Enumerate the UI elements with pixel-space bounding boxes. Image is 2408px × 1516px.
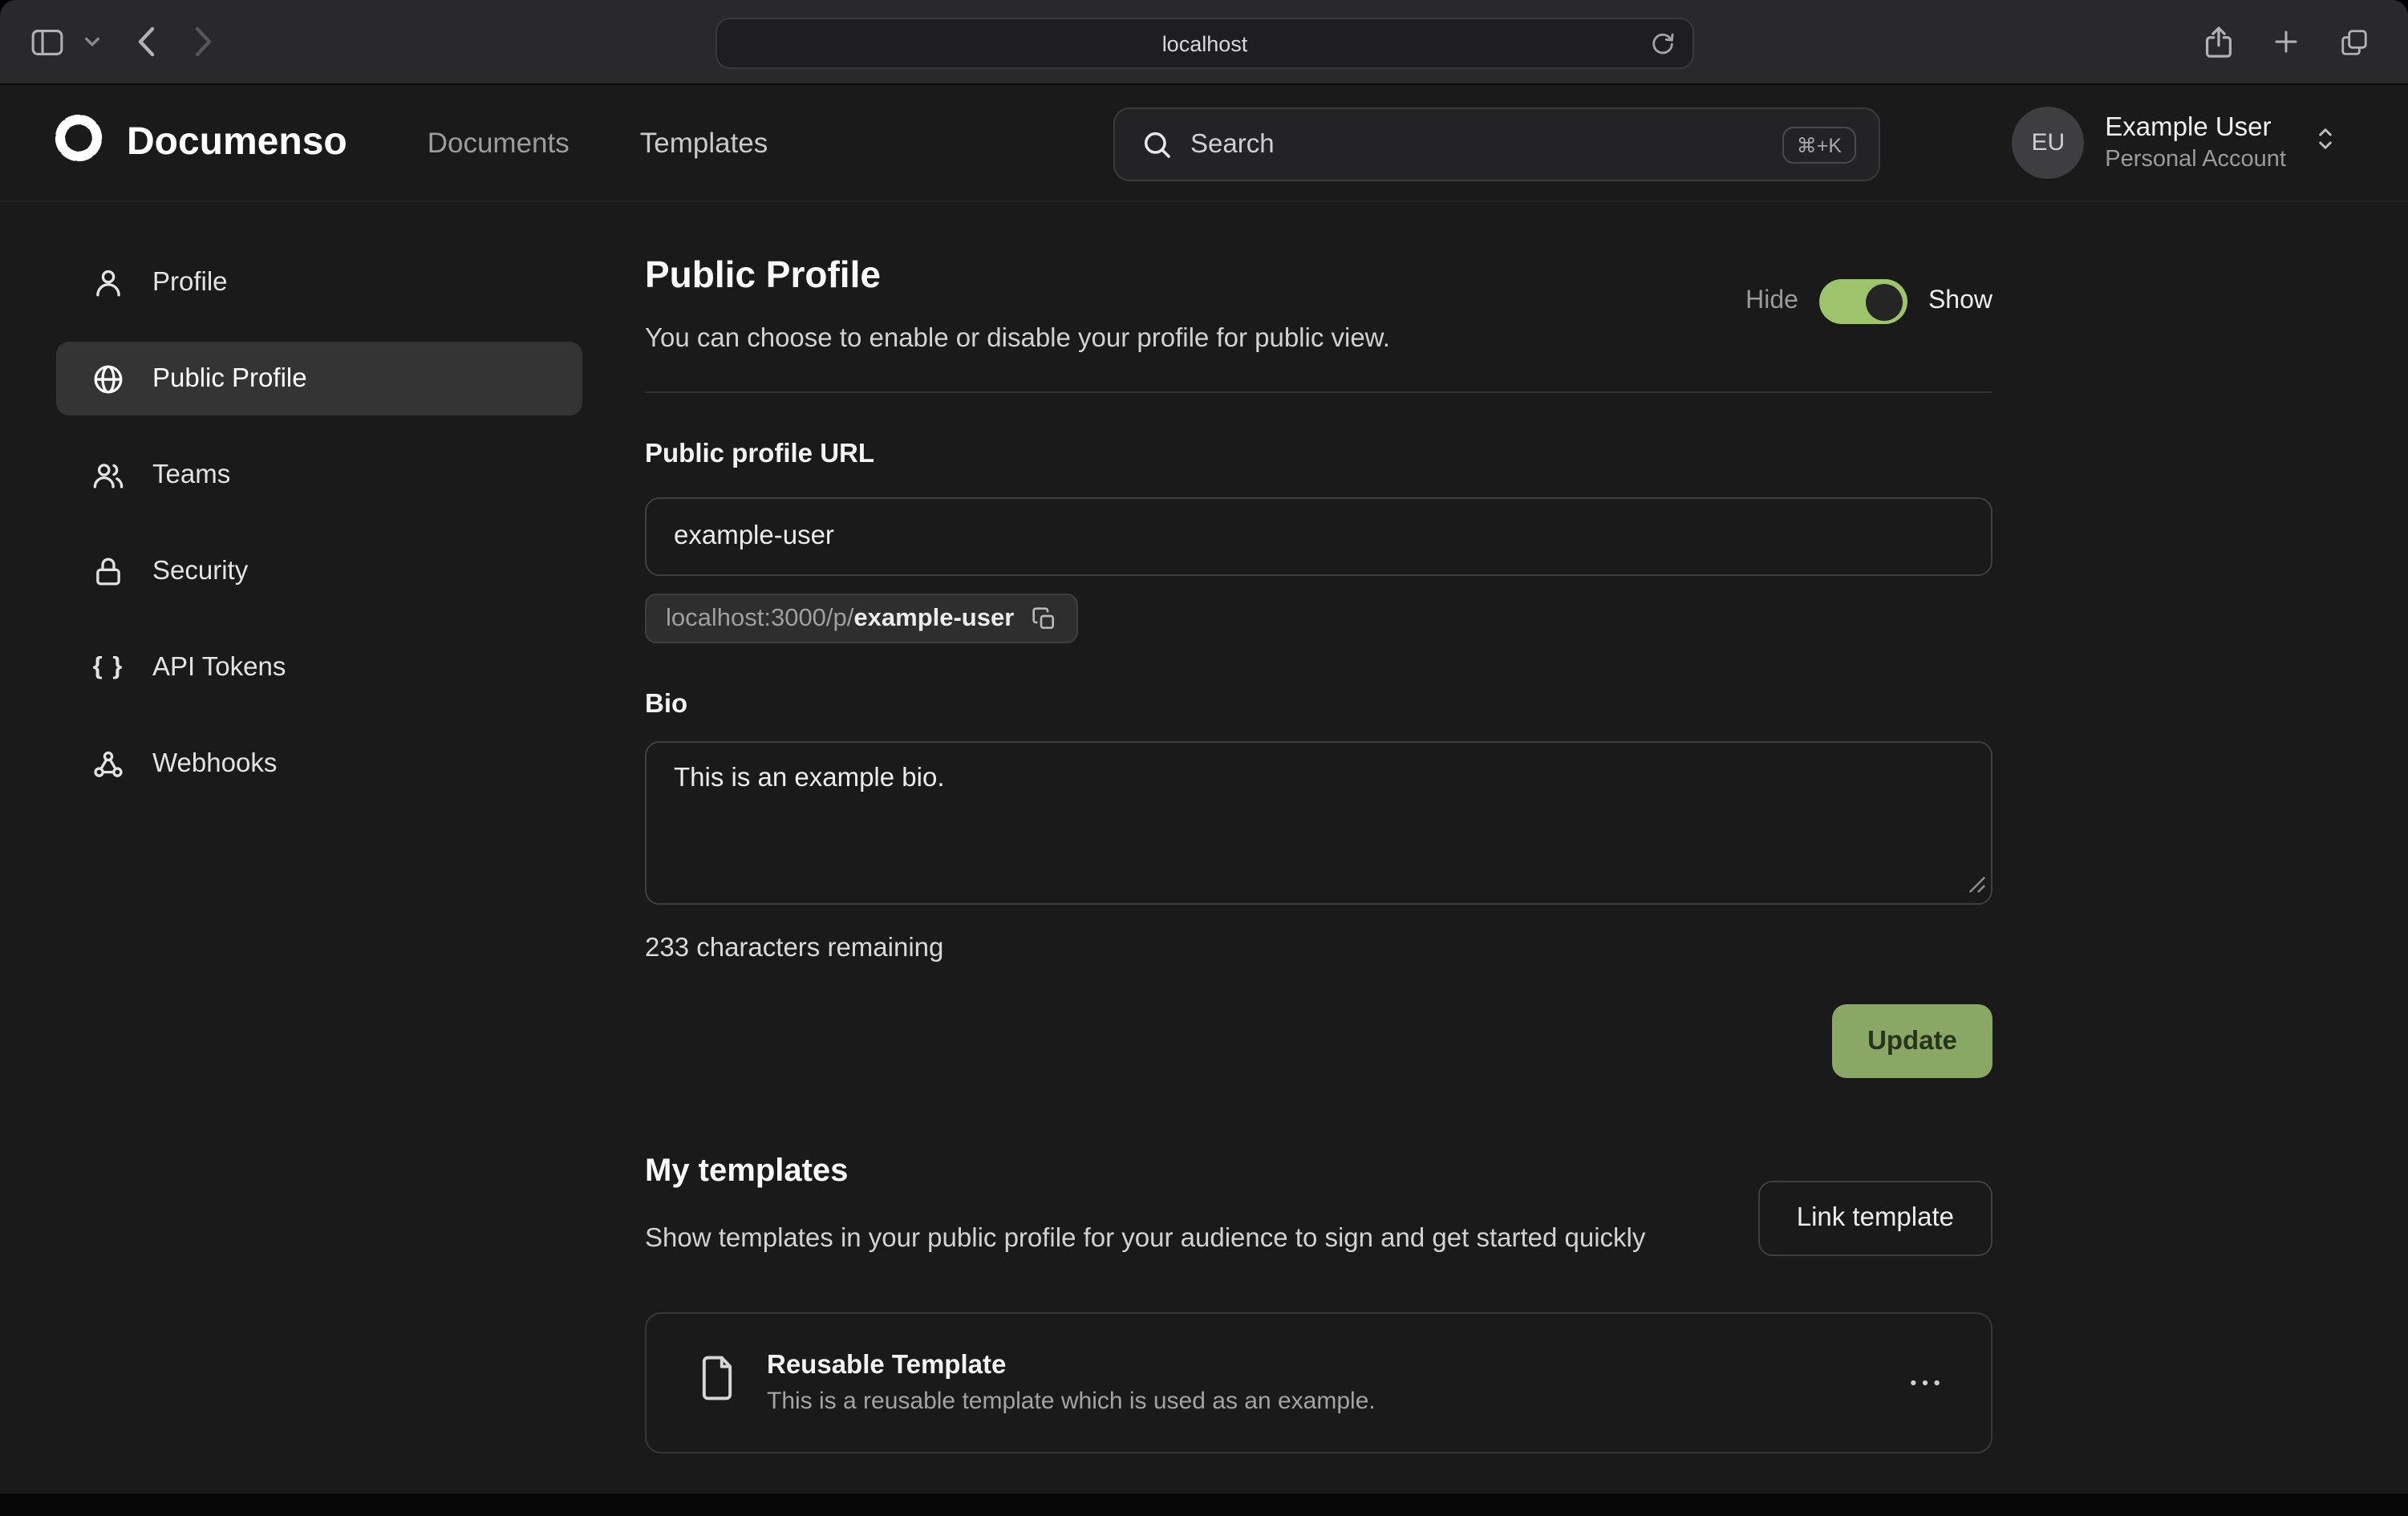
sidebar-toggle-icon[interactable] <box>30 28 64 55</box>
bio-field-label: Bio <box>645 690 1992 720</box>
lock-icon <box>91 554 125 588</box>
sidebar-item-label: Webhooks <box>152 748 277 779</box>
account-name: Example User <box>2105 113 2286 144</box>
url-field-label: Public profile URL <box>645 440 1992 470</box>
search-input[interactable] <box>1190 129 1765 160</box>
sidebar-item-security[interactable]: Security <box>56 534 582 608</box>
top-nav: Documents Templates <box>428 126 768 160</box>
sidebar-item-teams[interactable]: Teams <box>56 438 582 512</box>
copy-icon[interactable] <box>1032 606 1057 631</box>
sidebar-item-webhooks[interactable]: Webhooks <box>56 727 582 801</box>
sidebar-item-label: API Tokens <box>152 652 286 683</box>
account-menu[interactable]: EU Example User Personal Account <box>2012 107 2337 179</box>
address-bar[interactable]: localhost <box>716 18 1694 69</box>
avatar: EU <box>2012 107 2084 179</box>
chevron-down-icon[interactable] <box>83 35 101 48</box>
profile-visibility-toggle[interactable] <box>1819 279 1907 324</box>
hide-label: Hide <box>1745 287 1798 316</box>
user-icon <box>91 266 125 299</box>
new-tab-icon[interactable] <box>2272 27 2301 56</box>
visibility-control: Hide Show <box>1745 279 1992 324</box>
sidebar-item-label: Security <box>152 556 248 586</box>
public-profile-url-input[interactable] <box>645 497 1992 576</box>
share-icon[interactable] <box>2204 25 2233 59</box>
url-preview-prefix: localhost:3000/p/ <box>666 604 853 631</box>
bio-textarea[interactable]: This is an example bio. <box>645 741 1992 905</box>
search-shortcut: ⌘+K <box>1782 126 1856 163</box>
settings-sidebar: Profile Public Profile Teams Security { … <box>0 202 645 801</box>
sidebar-item-label: Public Profile <box>152 363 307 394</box>
nav-templates[interactable]: Templates <box>640 126 768 160</box>
tab-overview-icon[interactable] <box>2339 26 2369 57</box>
template-actions-button[interactable] <box>1907 1376 1943 1388</box>
sidebar-item-api-tokens[interactable]: { } API Tokens <box>56 630 582 704</box>
globe-icon <box>91 362 125 395</box>
chevron-up-down-icon <box>2313 124 2337 161</box>
back-icon[interactable] <box>136 26 156 58</box>
brand-name: Documenso <box>127 120 347 165</box>
my-templates-description: Show templates in your public profile fo… <box>645 1219 1752 1260</box>
divider <box>645 391 1992 393</box>
template-title: Reusable Template <box>767 1350 1376 1380</box>
ellipsis-icon <box>1907 1376 1943 1388</box>
template-description: This is a reusable template which is use… <box>767 1387 1376 1414</box>
file-icon <box>695 1354 740 1410</box>
search-icon <box>1141 128 1173 160</box>
brand[interactable]: Documenso <box>51 110 347 176</box>
documenso-logo-icon <box>51 110 106 176</box>
users-icon <box>91 458 125 492</box>
avatar-initials: EU <box>2031 129 2065 156</box>
characters-remaining: 233 characters remaining <box>645 934 1992 964</box>
public-profile-settings: Public Profile You can choose to enable … <box>645 205 1992 1453</box>
template-card[interactable]: Reusable Template This is a reusable tem… <box>645 1311 1992 1453</box>
toggle-knob <box>1866 283 1903 320</box>
update-button[interactable]: Update <box>1832 1004 1992 1078</box>
sidebar-item-public-profile[interactable]: Public Profile <box>56 342 582 415</box>
search-box[interactable]: ⌘+K <box>1113 107 1880 181</box>
browser-window: localhost Documenso Documents <box>0 0 2408 1516</box>
nav-documents[interactable]: Documents <box>428 126 570 160</box>
sidebar-item-label: Profile <box>152 267 228 298</box>
sidebar-item-label: Teams <box>152 460 230 490</box>
reload-icon[interactable] <box>1649 30 1676 58</box>
resize-handle-icon[interactable] <box>1968 873 1986 902</box>
url-preview-chip: localhost:3000/p/example-user <box>645 594 1078 643</box>
address-bar-url: localhost <box>1162 31 1248 55</box>
page-subtitle: You can choose to enable or disable your… <box>645 324 1992 355</box>
braces-icon: { } <box>91 653 125 682</box>
my-templates-header: My templates Show templates in your publ… <box>645 1153 1992 1260</box>
browser-toolbar: localhost <box>0 0 2408 85</box>
url-preview-slug: example-user <box>853 604 1014 631</box>
forward-icon <box>194 26 213 58</box>
sidebar-item-profile[interactable]: Profile <box>56 245 582 319</box>
app-header: Documenso Documents Templates ⌘+K EU Exa… <box>0 85 2408 202</box>
link-template-button[interactable]: Link template <box>1758 1181 1992 1256</box>
webhook-icon <box>91 747 125 780</box>
show-label: Show <box>1928 287 1992 316</box>
account-type: Personal Account <box>2105 147 2286 172</box>
window-bottom-edge <box>0 1494 2408 1516</box>
